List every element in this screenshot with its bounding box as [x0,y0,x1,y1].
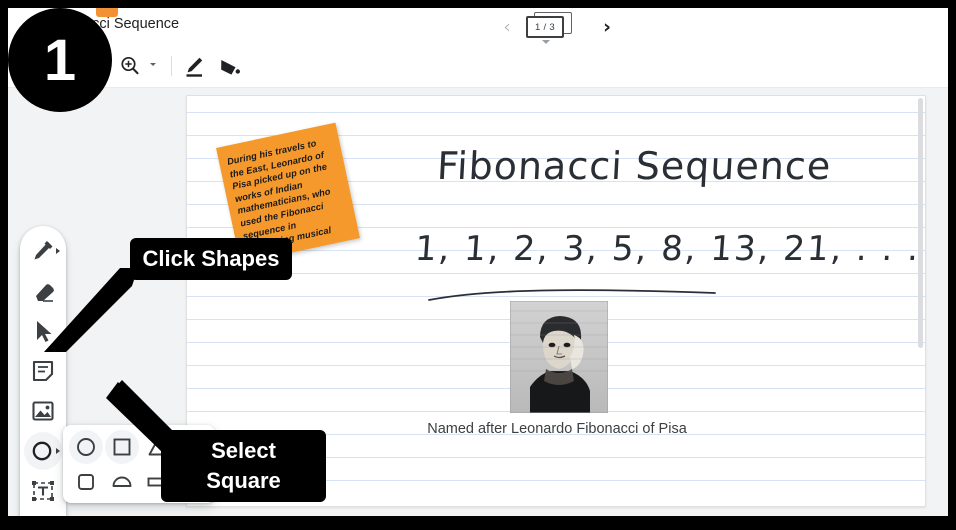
callout-select-square: Select Square [161,430,326,502]
image-icon [32,401,54,421]
shape-circle-button[interactable] [69,430,103,464]
fibonacci-portrait[interactable] [510,301,608,413]
eraser-icon [36,284,54,302]
zoom-tool-button[interactable] [114,50,146,82]
laser-tool-rail-button[interactable] [24,514,62,516]
canvas-area[interactable]: During his travels to the East, Leonardo… [8,88,948,516]
magnifier-plus-icon [121,56,139,75]
handwritten-underline [428,289,716,301]
handwritten-sequence[interactable]: 1, 1, 2, 3, 5, 8, 13, 21, . . . [414,229,922,269]
screenshot-frame: acci Sequence ‹ 1 / 3 › During his trave… [0,0,956,530]
left-tool-rail [20,226,66,516]
rounded-square-icon [78,474,94,490]
pen-caret-icon[interactable] [56,248,60,254]
select-tool-rail-button[interactable] [24,312,62,350]
shape-rounded-square-button[interactable] [69,465,103,499]
shape-semicircle-button[interactable] [105,465,139,499]
eraser-tool-rail-button[interactable] [24,272,62,310]
image-tool-rail-button[interactable] [24,392,62,430]
callout-select-square-line2: Square [206,468,281,493]
top-toolbar [8,44,948,88]
zoom-caret-down-icon[interactable] [150,63,156,66]
cursor-arrow-icon [37,321,52,342]
callout-select-square-line1: Select [211,438,276,463]
toolbar-divider [171,56,172,76]
square-icon [113,438,131,456]
semicircle-icon [112,476,132,487]
page-counter[interactable]: 1 / 3 [526,12,572,44]
shapes-tool-rail-button[interactable] [24,432,62,470]
fill-tool-button[interactable] [213,50,245,82]
sticky-note-tool-rail-button[interactable] [24,352,62,390]
next-page-button[interactable]: › [595,14,619,40]
text-box-icon [32,481,54,501]
page-scrollbar[interactable] [918,98,923,348]
circle-icon [77,438,95,456]
text-box-tool-rail-button[interactable] [24,472,62,510]
step-number-badge: 1 [8,8,112,112]
title-bar: acci Sequence ‹ 1 / 3 › [8,8,948,44]
callout-click-shapes-text: Click Shapes [142,246,280,271]
handwritten-title[interactable]: Fibonacci Sequence [436,144,833,188]
pen-tool-button[interactable] [178,50,210,82]
pen-tool-rail-button[interactable] [24,232,62,270]
sticky-note-icon [32,360,54,382]
page-navigation: ‹ 1 / 3 › [478,10,618,44]
callout-click-shapes: Click Shapes [130,238,292,280]
portrait-engraving-icon [510,301,608,413]
shape-square-button[interactable] [105,430,139,464]
page-counter-label[interactable]: 1 / 3 [526,16,564,38]
paint-bucket-icon [221,59,240,75]
previous-page-button[interactable]: ‹ [495,14,519,40]
shapes-caret-icon[interactable] [56,448,60,454]
pen-icon [186,57,203,77]
laser-pointer-icon [24,514,62,516]
